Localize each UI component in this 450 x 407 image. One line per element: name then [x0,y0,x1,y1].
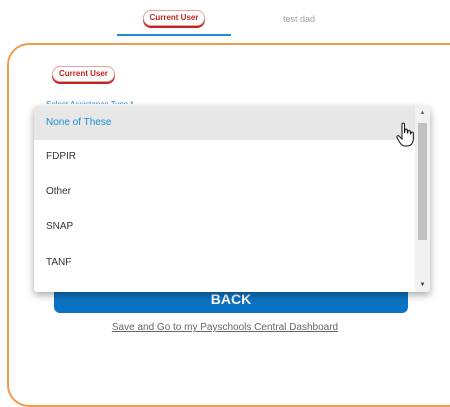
tab-current-user[interactable]: Current User [117,10,231,36]
dropdown-scrollbar[interactable]: ▲ ▼ [415,106,430,292]
assistance-type-dropdown[interactable]: None of These FDPIR Other SNAP TANF ▲ ▼ [34,106,430,292]
option-snap[interactable]: SNAP [34,210,415,244]
triangle-down-icon[interactable]: ▼ [415,282,430,288]
triangle-up-icon[interactable]: ▲ [415,110,430,116]
option-none-of-these[interactable]: None of These [34,106,415,140]
tab-test-dad[interactable]: test dad [259,14,339,24]
card-current-user-badge: Current User [52,66,115,82]
option-fdpir[interactable]: FDPIR [34,140,415,174]
assistance-type-label: Select Assistance Type * [46,98,133,104]
user-tabs: Current User test dad [0,0,450,40]
scrollbar-thumb[interactable] [418,123,427,240]
hand-pointer-icon [396,122,414,147]
active-tab-indicator [117,34,231,36]
option-tanf[interactable]: TANF [34,246,415,280]
option-other[interactable]: Other [34,175,415,209]
save-dashboard-link[interactable]: Save and Go to my Payschools Central Das… [0,322,450,333]
current-user-badge: Current User [142,10,206,26]
